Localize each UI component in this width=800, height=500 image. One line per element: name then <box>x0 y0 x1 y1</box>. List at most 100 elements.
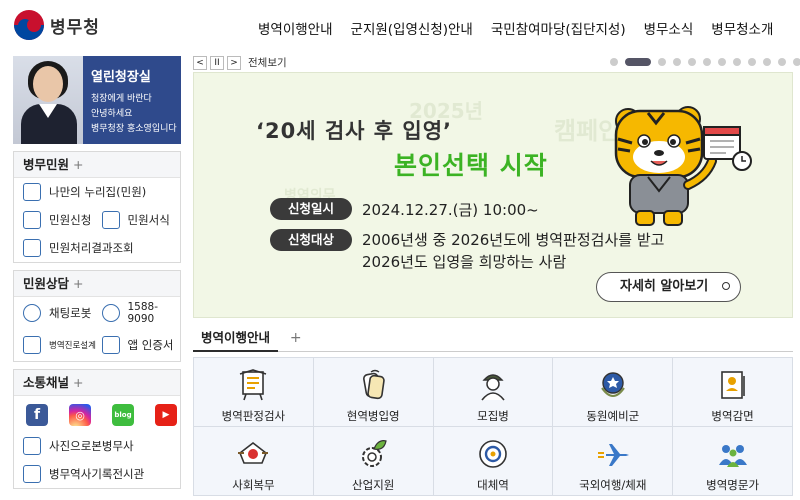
sns-title[interactable]: 소통채널 + <box>14 370 180 396</box>
document-edit-icon <box>23 211 41 229</box>
box-title-text: 소통채널 <box>23 375 70 390</box>
learn-more-label: 자세히 알아보기 <box>620 279 709 294</box>
banner-headline: 본인선택 시작 <box>394 151 548 180</box>
soldier-icon <box>476 368 510 402</box>
civil-service-title[interactable]: 병무민원 + <box>14 152 180 178</box>
instagram-icon[interactable]: ◎ <box>69 404 91 426</box>
plus-icon[interactable]: + <box>73 375 83 390</box>
ceo-photo <box>13 56 83 144</box>
archive-link[interactable]: 병무역사기록전시관 <box>14 460 180 488</box>
nav-item-about[interactable]: 병무청소개 <box>711 18 773 38</box>
pagination-dot[interactable] <box>703 58 711 66</box>
pagination-dot[interactable] <box>625 58 651 66</box>
pagination-dot[interactable] <box>718 58 726 66</box>
search-icon <box>722 282 730 290</box>
plus-icon[interactable]: + <box>73 276 83 291</box>
pagination-dot[interactable] <box>733 58 741 66</box>
grid-item-recruit[interactable]: 모집병 <box>433 358 554 427</box>
civil-apply-label: 민원신청 <box>49 213 92 227</box>
grid-item-social-service[interactable]: 사회복무 <box>194 427 314 496</box>
grid-item-label: 사회복무 <box>232 478 275 492</box>
plus-icon[interactable]: + <box>73 157 83 172</box>
monitor-icon <box>23 183 41 201</box>
archive-label: 병무역사기록전시관 <box>49 467 145 481</box>
chatbot-link[interactable]: 채팅로봇 <box>23 304 102 322</box>
grid-item-industry[interactable]: 산업지원 <box>313 427 434 496</box>
blog-icon[interactable]: blog <box>112 404 134 426</box>
form-icon <box>101 211 120 229</box>
logo-text: 병무청 <box>50 17 100 38</box>
reserve-emblem-icon <box>596 368 630 402</box>
pagination-dot[interactable] <box>673 58 681 66</box>
banner-pagination <box>610 58 800 66</box>
alternative-service-icon <box>476 437 510 471</box>
ceo-sub-line: 병무청장 홍소영입니다 <box>91 124 177 134</box>
chatbot-label: 채팅로봇 <box>49 306 92 320</box>
nav-item-participation[interactable]: 국민참여마당(집단지성) <box>491 18 626 38</box>
box-title-text: 병무민원 <box>23 157 70 172</box>
grid-item-alternative[interactable]: 대체역 <box>433 427 554 496</box>
grid-item-label: 모집병 <box>477 409 509 423</box>
app-cert-link[interactable]: 앱 인증서 <box>101 336 181 354</box>
phone-cert-icon <box>101 336 120 354</box>
facebook-icon[interactable]: f <box>26 404 48 426</box>
grid-item-exemption[interactable]: 병역감면 <box>673 358 793 427</box>
grid-item-reserve[interactable]: 동원예비군 <box>553 358 674 427</box>
pagination-dot[interactable] <box>793 58 800 66</box>
pagination-dot[interactable] <box>748 58 756 66</box>
left-column: 열린청장실 청장에게 바란다 안녕하세요 병무청장 홍소영입니다 병무민원 + 나… <box>13 56 181 489</box>
photo-history-link[interactable]: 사진으로본병무사 <box>14 432 180 460</box>
nav-item-news[interactable]: 병무소식 <box>644 18 694 38</box>
pagination-dot[interactable] <box>658 58 666 66</box>
grid-item-overseas[interactable]: 국외여행/체재 <box>553 427 674 496</box>
civil-apply-row: 민원신청 민원서식 <box>14 206 180 234</box>
photo-history-label: 사진으로본병무사 <box>49 439 134 453</box>
nav-item-enlistment[interactable]: 군지원(입영신청)안내 <box>351 18 473 38</box>
taegeuk-logo-icon <box>14 10 44 40</box>
apply-date-text: 2024.12.27.(금) 10:00~ <box>362 201 539 219</box>
pagination-dot[interactable] <box>688 58 696 66</box>
pagination-dot[interactable] <box>778 58 786 66</box>
my-home-link[interactable]: 나만의 누리집(민원) <box>14 178 180 206</box>
pagination-dot[interactable] <box>610 58 618 66</box>
civil-result-label: 민원처리결과조회 <box>49 241 134 255</box>
apply-target-text: 2006년생 중 2026년도에 병역판정검사를 받고 <box>362 231 665 249</box>
pagination-dot[interactable] <box>763 58 771 66</box>
career-design-link[interactable]: 병역진로설계 <box>23 336 102 354</box>
box-title-text: 민원상담 <box>23 276 70 291</box>
main-nav: 병역이행안내 군지원(입영신청)안내 국민참여마당(집단지성) 병무소식 병무청… <box>258 18 773 38</box>
phone-link[interactable]: 1588-9090 <box>101 301 181 325</box>
grid-item-label: 병역감면 <box>711 409 754 423</box>
apply-target-label: 신청대상 <box>270 229 352 251</box>
document-search-icon <box>23 239 41 257</box>
ceo-office-subtext: 청장에게 바란다 안녕하세요 병무청장 홍소영입니다 <box>91 92 179 137</box>
grid-item-distinguished-family[interactable]: 병역명문가 <box>673 427 793 496</box>
next-button[interactable]: > <box>227 55 241 70</box>
ceo-sub-line: 안녕하세요 <box>91 109 133 119</box>
consult-title[interactable]: 민원상담 + <box>14 271 180 297</box>
pause-button[interactable]: II <box>210 55 224 70</box>
plus-icon[interactable]: + <box>290 330 302 346</box>
ceo-office-banner[interactable]: 열린청장실 청장에게 바란다 안녕하세요 병무청장 홍소영입니다 <box>13 56 181 144</box>
youtube-icon[interactable]: ▶ <box>155 404 177 426</box>
civil-form-link[interactable]: 민원서식 <box>101 211 181 229</box>
civil-apply-link[interactable]: 민원신청 <box>23 211 102 229</box>
site-logo[interactable]: 병무청 <box>14 10 100 40</box>
consult-box: 민원상담 + 채팅로봇 1588-9090 병역진로설계 앱 인증서 <box>13 270 181 362</box>
banner-controls: < II > 전체보기 <box>193 55 287 70</box>
civil-result-link[interactable]: 민원처리결과조회 <box>14 234 180 262</box>
sns-box: 소통채널 + f ◎ blog ▶ 사진으로본병무사 병무역사기록전시관 <box>13 369 181 489</box>
learn-more-button[interactable]: 자세히 알아보기 <box>596 272 741 302</box>
grid-item-label: 병역판정검사 <box>221 409 286 423</box>
ceo-sub-line: 청장에게 바란다 <box>91 94 152 104</box>
my-home-label: 나만의 누리집(민원) <box>49 185 147 199</box>
grid-item-active-duty[interactable]: 현역병입영 <box>313 358 434 427</box>
app-cert-label: 앱 인증서 <box>127 338 174 352</box>
view-all-button[interactable]: 전체보기 <box>248 55 287 70</box>
grid-item-label: 병역명문가 <box>706 478 760 492</box>
grid-item-exam[interactable]: 병역판정검사 <box>194 358 314 427</box>
main-banner[interactable]: 2025년 캠페인 병역의무 ‘20세 검사 후 입영’ 본인선택 시작 신청일… <box>193 72 793 318</box>
tab-military-service-guide[interactable]: 병역이행안내 <box>193 328 279 352</box>
prev-button[interactable]: < <box>193 55 207 70</box>
nav-item-military-service[interactable]: 병역이행안내 <box>258 18 333 38</box>
